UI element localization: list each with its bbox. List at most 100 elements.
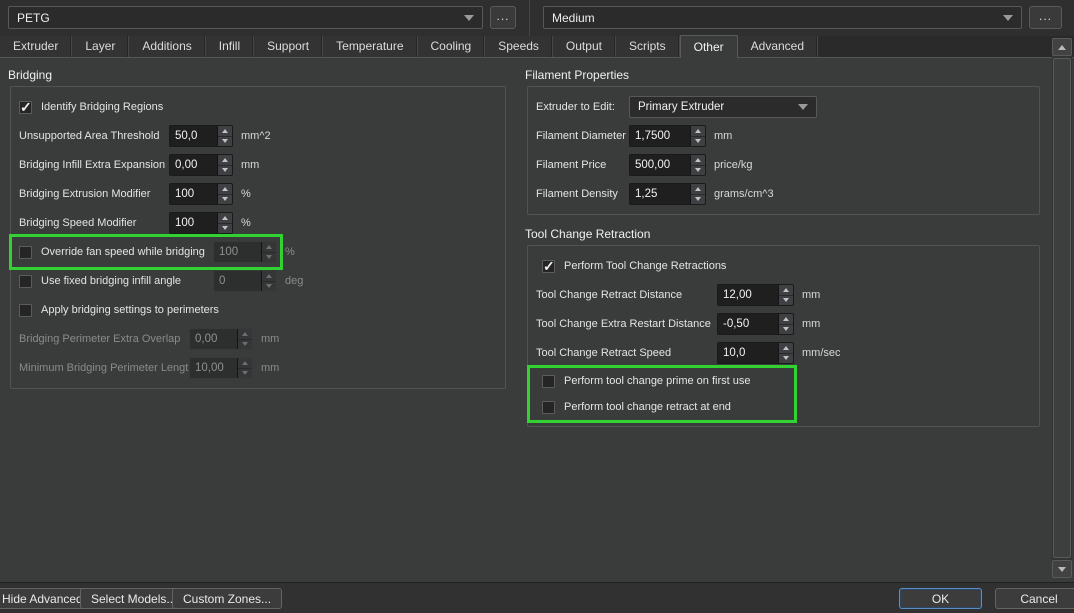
extruder-to-edit-label: Extruder to Edit: [536, 101, 629, 113]
unit-label: mm [241, 159, 259, 171]
tab-cooling[interactable]: Cooling [418, 36, 486, 57]
spin-up-icon[interactable] [779, 285, 793, 296]
other-tab-panel: Bridging Identify Bridging Regions Unsup… [0, 58, 1046, 580]
spin-up-icon[interactable] [779, 343, 793, 354]
unit-label: mm [261, 333, 279, 345]
spin-down-icon[interactable] [218, 137, 232, 147]
minimum-bridging-perimeter-length-field[interactable] [190, 358, 237, 378]
perform-tool-change-prime-checkbox[interactable] [542, 375, 555, 388]
override-fan-speed-field[interactable] [214, 242, 261, 262]
tool-change-options-group: Perform tool change prime on first use P… [536, 370, 1031, 418]
spin-down-icon[interactable] [779, 354, 793, 364]
spin-up-icon[interactable] [779, 314, 793, 325]
fixed-bridging-infill-angle-field[interactable] [214, 271, 261, 291]
spin-up-icon[interactable] [691, 126, 705, 137]
tool-change-retract-speed-field[interactable] [718, 343, 778, 363]
tool-change-extra-restart-distance-field[interactable] [718, 314, 778, 334]
tab-support[interactable]: Support [254, 36, 323, 57]
tool-change-retract-distance-field[interactable] [718, 285, 778, 305]
spin-up-icon[interactable] [691, 155, 705, 166]
unit-label: mm [714, 130, 732, 142]
chevron-down-icon [1003, 15, 1013, 21]
tab-temperature[interactable]: Temperature [323, 36, 417, 57]
material-profile-select[interactable]: PETG [8, 6, 483, 29]
tab-infill[interactable]: Infill [206, 36, 254, 57]
scroll-down-icon[interactable] [1052, 560, 1072, 578]
spin-up-icon[interactable] [262, 271, 276, 282]
filament-diameter-field[interactable] [630, 126, 690, 146]
fixed-bridging-infill-angle-row: Use fixed bridging infill angle deg [19, 269, 497, 293]
tab-additions[interactable]: Additions [129, 36, 205, 57]
unit-label: % [241, 188, 251, 200]
unsupported-area-threshold-input [169, 125, 233, 147]
bridging-extrusion-modifier-field[interactable] [170, 184, 217, 204]
bridging-infill-extra-expansion-field[interactable] [170, 155, 217, 175]
perform-tool-change-retract-at-end-checkbox[interactable] [542, 401, 555, 414]
cancel-button[interactable]: Cancel [995, 588, 1074, 609]
tab-layer[interactable]: Layer [72, 36, 129, 57]
spin-up-icon[interactable] [238, 358, 252, 369]
spin-up-icon[interactable] [238, 329, 252, 340]
bridging-speed-modifier-field[interactable] [170, 213, 217, 233]
quality-profile-more-button[interactable]: ... [1029, 6, 1062, 29]
bridging-perimeter-extra-overlap-row: Bridging Perimeter Extra Overlap mm [19, 327, 497, 351]
vertical-scrollbar[interactable] [1052, 38, 1072, 578]
spin-up-icon[interactable] [218, 184, 232, 195]
scrollbar-thumb[interactable] [1053, 58, 1071, 558]
extruder-to-edit-select[interactable]: Primary Extruder [629, 96, 817, 118]
override-fan-speed-checkbox[interactable] [19, 246, 32, 259]
bridging-infill-extra-expansion-label: Bridging Infill Extra Expansion [19, 159, 169, 171]
tab-speeds[interactable]: Speeds [485, 36, 553, 57]
extruder-to-edit-value: Primary Extruder [638, 101, 724, 113]
unsupported-area-threshold-field[interactable] [170, 126, 217, 146]
use-fixed-bridging-infill-angle-label: Use fixed bridging infill angle [41, 275, 213, 287]
toolbar-divider [529, 0, 530, 36]
filament-properties-group: Extruder to Edit: Primary Extruder Filam… [527, 86, 1040, 215]
spin-down-icon[interactable] [779, 325, 793, 335]
spin-down-icon[interactable] [238, 340, 252, 350]
unit-label: mm^2 [241, 130, 271, 142]
apply-bridging-settings-to-perimeters-label: Apply bridging settings to perimeters [41, 304, 219, 316]
spin-down-icon[interactable] [691, 195, 705, 205]
use-fixed-bridging-infill-angle-checkbox[interactable] [19, 275, 32, 288]
spin-down-icon[interactable] [262, 282, 276, 292]
spin-down-icon[interactable] [218, 224, 232, 234]
filament-density-field[interactable] [630, 184, 690, 204]
override-fan-speed-input [213, 241, 277, 263]
tab-extruder[interactable]: Extruder [0, 36, 72, 57]
unit-label: price/kg [714, 159, 753, 171]
tab-advanced[interactable]: Advanced [738, 36, 818, 57]
unit-label: mm [802, 289, 820, 301]
bridging-infill-extra-expansion-input [169, 154, 233, 176]
spin-up-icon[interactable] [218, 213, 232, 224]
spin-up-icon[interactable] [218, 155, 232, 166]
spin-up-icon[interactable] [691, 184, 705, 195]
tab-output[interactable]: Output [553, 36, 616, 57]
ok-button[interactable]: OK [899, 588, 982, 609]
bridging-speed-modifier-input [169, 212, 233, 234]
perform-tool-change-retractions-checkbox[interactable] [542, 260, 555, 273]
tab-scripts[interactable]: Scripts [616, 36, 680, 57]
material-profile-more-button[interactable]: ... [490, 6, 516, 29]
spin-up-icon[interactable] [218, 126, 232, 137]
custom-zones-button[interactable]: Custom Zones... [172, 588, 282, 609]
quality-profile-select[interactable]: Medium [543, 6, 1022, 29]
scroll-up-icon[interactable] [1052, 38, 1072, 56]
fixed-bridging-infill-angle-input [213, 270, 277, 292]
bridging-perimeter-extra-overlap-field[interactable] [190, 329, 237, 349]
spin-down-icon[interactable] [779, 296, 793, 306]
spin-down-icon[interactable] [262, 253, 276, 263]
bridging-perimeter-extra-overlap-input [189, 328, 253, 350]
spin-down-icon[interactable] [691, 137, 705, 147]
filament-diameter-label: Filament Diameter [536, 130, 629, 142]
identify-bridging-regions-checkbox[interactable] [19, 101, 32, 114]
filament-price-field[interactable] [630, 155, 690, 175]
unit-label: mm/sec [802, 347, 841, 359]
spin-down-icon[interactable] [691, 166, 705, 176]
apply-bridging-settings-to-perimeters-checkbox[interactable] [19, 304, 32, 317]
spin-down-icon[interactable] [218, 195, 232, 205]
spin-up-icon[interactable] [262, 242, 276, 253]
tab-other[interactable]: Other [680, 35, 738, 58]
spin-down-icon[interactable] [218, 166, 232, 176]
spin-down-icon[interactable] [238, 369, 252, 379]
